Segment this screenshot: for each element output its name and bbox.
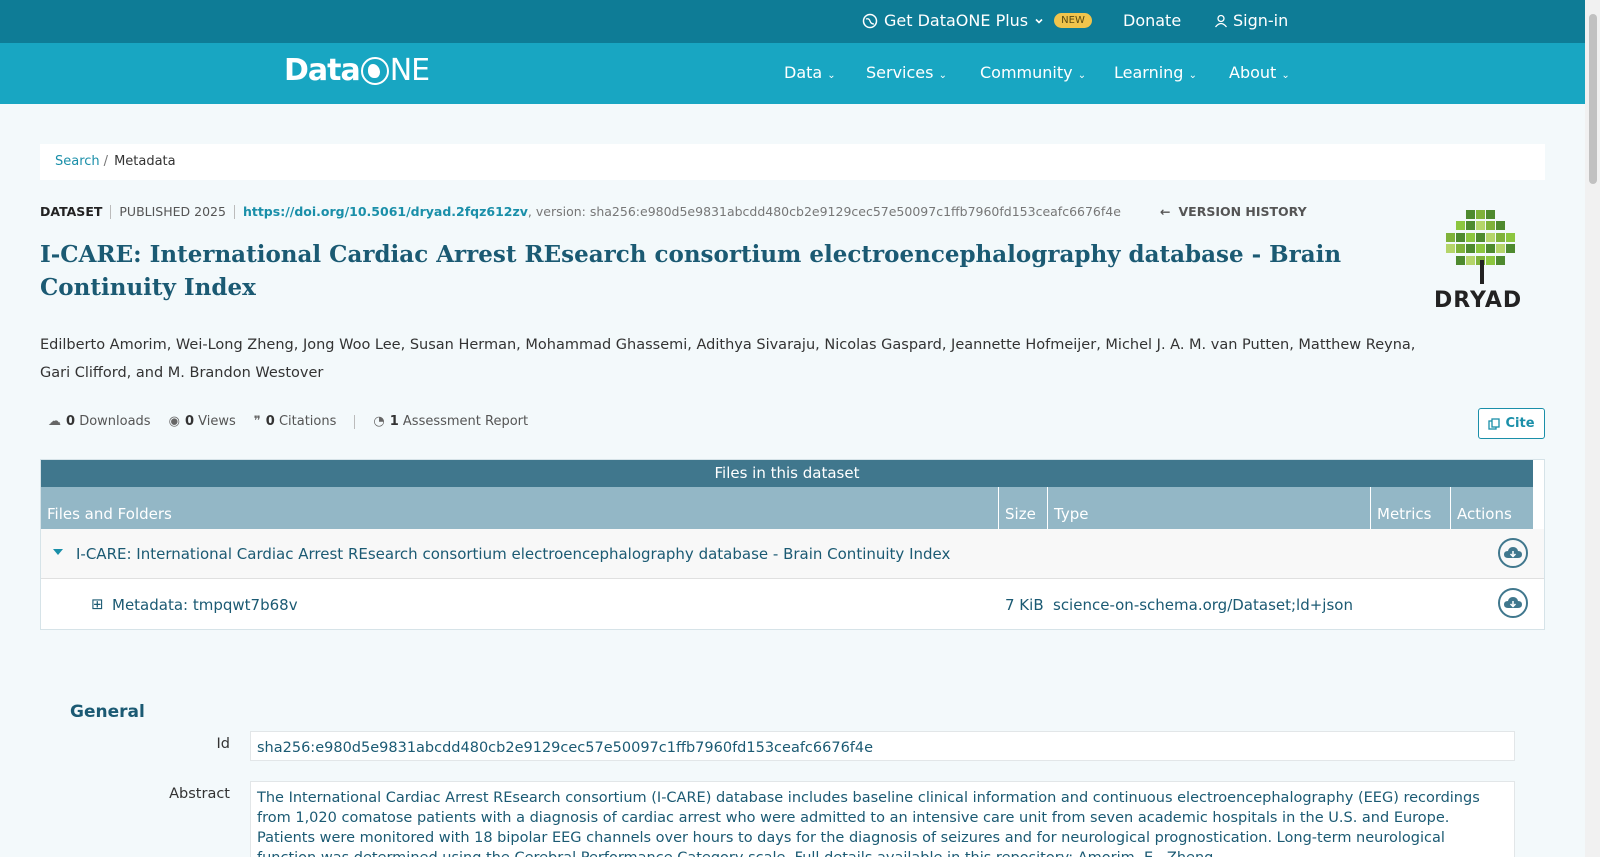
general-section-heading: General [70,702,145,722]
breadcrumb-current: Metadata [114,154,176,169]
donate-link[interactable]: Donate [1123,11,1181,30]
divider [233,204,235,219]
cloud-download-icon: ☁ [48,414,61,429]
nav-data-label: Data [784,63,823,82]
downloads-label: Downloads [79,414,151,429]
assessment-metric[interactable]: ◔ 1 Assessment Report [373,414,528,429]
doi-link[interactable]: https://doi.org/10.5061/dryad.2fqz612zv [243,204,528,219]
authors-list: Edilberto Amorim, Wei-Long Zheng, Jong W… [40,337,1416,381]
chevron-down-icon: ⌄ [938,70,947,81]
column-files-and-folders[interactable]: Files and Folders [41,487,999,529]
cloud-download-icon [1504,547,1522,558]
file-name[interactable]: Metadata: tmpqwt7b68v [112,596,298,614]
metrics-row: ☁ 0 Downloads ◉ 0 Views ❞ 0 Citations ◔ 1 As… [48,414,528,429]
assessment-label: Assessment Report [402,414,529,429]
file-size: 7 KiB [1005,596,1044,614]
logo-text-ne: NE [389,53,430,88]
files-table: Files in this dataset Files and Folders … [40,459,1545,630]
chevron-down-icon: ⌄ [1188,70,1197,81]
table-row: I-CARE: International Cardiac Arrest REs… [41,529,1544,579]
cloud-download-icon [1504,597,1522,608]
nav-about[interactable]: About ⌄ [1229,63,1290,82]
main-navbar: Data NE Data ⌄ Services ⌄ Community ⌄ Lea… [0,43,1585,104]
assessment-count: 1 [389,414,399,429]
views-count: 0 [184,414,194,429]
download-folder-button[interactable] [1498,538,1528,568]
views-metric[interactable]: ◉ 0 Views [169,414,236,429]
abstract-label: Abstract [169,786,230,802]
views-label: Views [198,414,236,429]
cite-button[interactable]: Cite [1478,408,1545,439]
divider [354,414,356,429]
nav-data[interactable]: Data ⌄ [784,63,836,82]
scrollbar-thumb[interactable] [1589,14,1597,184]
citations-metric[interactable]: ❞ 0 Citations [254,414,337,429]
nav-community[interactable]: Community ⌄ [980,63,1086,82]
download-file-button[interactable] [1498,588,1528,618]
table-row: ⊞ Metadata: tmpqwt7b68v 7 KiB science-on… [41,580,1544,629]
get-dataone-plus-menu[interactable]: Get DataONE Plus NEW [862,11,1092,30]
chevron-down-icon: ⌄ [827,70,836,81]
resource-type-label: DATASET [40,204,103,219]
chevron-down-icon: ⌄ [1077,70,1087,81]
abstract-value: The International Cardiac Arrest REsearc… [250,781,1515,857]
cite-label: Cite [1505,416,1535,431]
table-icon: ⊞ [91,595,104,613]
dataset-meta-row: DATASET PUBLISHED 2025 https://doi.org/1… [40,204,1121,219]
files-table-header: Files and Folders Size Type Metrics Acti… [41,487,1533,529]
downloads-count: 0 [66,414,76,429]
version-label: , version: sha256:e980d5e9831abcdd480cb2… [527,204,1121,219]
files-table-title: Files in this dataset [41,460,1533,487]
nav-services[interactable]: Services ⌄ [866,63,947,82]
file-type: science-on-schema.org/Dataset;ld+json [1053,596,1353,614]
column-size[interactable]: Size [999,487,1048,529]
tree-trunk [1480,260,1484,284]
breadcrumb: Search / Metadata [40,144,1545,180]
id-label: Id [216,736,230,752]
version-history-label: VERSION HISTORY [1178,204,1307,219]
citations-label: Citations [278,414,337,429]
logo-globe-icon [360,56,389,85]
nav-services-label: Services [866,63,934,82]
column-actions[interactable]: Actions [1451,487,1533,529]
divider [110,204,112,219]
column-metrics[interactable]: Metrics [1371,487,1451,529]
arrow-left-icon: ← [1160,204,1171,219]
get-dataone-plus-label: Get DataONE Plus [884,11,1029,30]
downloads-metric[interactable]: ☁ 0 Downloads [48,414,151,429]
quote-icon: ❞ [253,414,261,429]
sign-in-label: Sign-in [1233,11,1289,30]
nav-community-label: Community [980,63,1073,82]
chevron-down-icon: ⌄ [1281,70,1290,81]
dataset-title: I-CARE: International Cardiac Arrest REs… [40,241,1342,301]
published-label: PUBLISHED 2025 [119,204,226,219]
id-value: sha256:e980d5e9831abcdd480cb2e9129cec57e… [250,731,1515,761]
page-scrollbar[interactable] [1585,0,1600,857]
copy-icon [1488,417,1501,430]
nav-about-label: About [1229,63,1277,82]
nav-learning[interactable]: Learning ⌄ [1114,63,1197,82]
repository-logo[interactable]: DRYAD [1430,206,1536,318]
top-utility-bar: Get DataONE Plus NEW Donate Sign-in [0,0,1585,43]
chevron-down-icon [1035,18,1043,24]
folder-name[interactable]: I-CARE: International Cardiac Arrest REs… [76,545,950,563]
gauge-icon: ◔ [373,414,385,429]
eye-icon: ◉ [168,414,180,429]
dataone-logo[interactable]: Data NE [284,53,430,88]
repository-logo-text: DRYAD [1434,288,1523,313]
sign-in-link[interactable]: Sign-in [1214,11,1288,30]
user-icon [1214,14,1228,27]
breadcrumb-search-link[interactable]: Search [55,154,100,169]
tree-icon [1446,210,1516,266]
globe-icon [862,13,878,28]
version-history-link[interactable]: ← VERSION HISTORY [1160,204,1307,219]
breadcrumb-separator: / [103,154,109,169]
caret-down-icon[interactable] [53,549,63,555]
column-type[interactable]: Type [1048,487,1371,529]
citations-count: 0 [265,414,275,429]
nav-learning-label: Learning [1114,63,1184,82]
logo-text-data: Data [284,53,361,88]
new-badge: NEW [1054,13,1092,28]
